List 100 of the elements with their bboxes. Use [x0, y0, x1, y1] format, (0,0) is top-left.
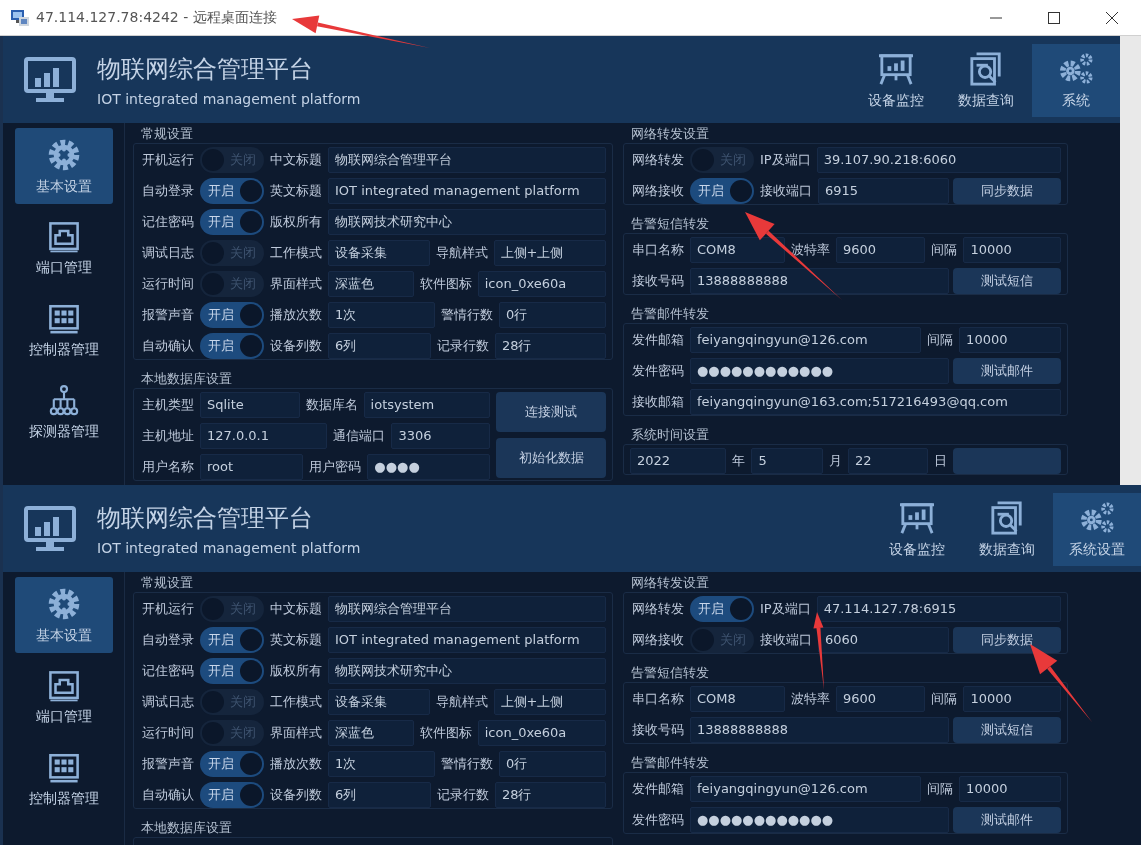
input-field[interactable]: 深蓝色: [328, 271, 414, 297]
input-field[interactable]: 设备采集: [328, 240, 430, 266]
input-field[interactable]: 47.114.127.78:6915: [816, 596, 1061, 622]
input-field[interactable]: 10000: [963, 237, 1061, 263]
input-field[interactable]: 22: [848, 448, 928, 474]
toggle-switch[interactable]: 开启: [200, 627, 264, 653]
input-field[interactable]: 6列: [328, 782, 431, 808]
input-field[interactable]: 上侧+上侧: [493, 689, 606, 715]
nav-button[interactable]: 设备监控: [852, 44, 940, 117]
input-field[interactable]: ●●●●: [367, 454, 490, 480]
nav-button[interactable]: 系统设置: [1053, 493, 1141, 566]
input-field[interactable]: 6060: [818, 627, 949, 653]
input-field[interactable]: COM8: [690, 237, 786, 263]
field-label: 网络接收: [631, 182, 685, 200]
nav-button[interactable]: 系统: [1032, 44, 1120, 117]
input-field[interactable]: ●●●●●●●●●●●●: [690, 807, 949, 833]
input-field[interactable]: 28行: [494, 782, 606, 808]
input-field[interactable]: 6列: [328, 333, 431, 359]
input-field[interactable]: 3306: [391, 423, 490, 449]
input-field[interactable]: feiyangqingyun@126.com: [690, 776, 922, 802]
input-field[interactable]: Sqlite: [200, 392, 300, 418]
app-subtitle: IOT integrated management platform: [97, 90, 361, 107]
input-field[interactable]: 物联网综合管理平台: [328, 147, 606, 173]
toggle-switch[interactable]: 开启: [200, 209, 264, 235]
group-title: 告警短信转发: [630, 215, 709, 233]
field-label: 开机运行: [141, 151, 195, 169]
sidebar-item[interactable]: 端口管理: [14, 210, 113, 286]
group-title: 常规设置: [140, 574, 193, 592]
sidebar-item[interactable]: 控制器管理: [14, 292, 113, 368]
input-field[interactable]: 物联网技术研究中心: [328, 209, 606, 235]
input-field[interactable]: 5: [751, 448, 824, 474]
input-field[interactable]: 6915: [818, 178, 949, 204]
nav-button[interactable]: 数据查询: [942, 44, 1030, 117]
field-label: 运行时间: [141, 724, 195, 742]
input-field[interactable]: COM8: [690, 686, 786, 712]
input-field[interactable]: 1次: [328, 302, 435, 328]
group-title: 网络转发设置: [630, 125, 709, 143]
action-button[interactable]: 测试短信: [953, 268, 1061, 294]
input-field[interactable]: 9600: [836, 686, 926, 712]
input-field[interactable]: 物联网综合管理平台: [328, 596, 606, 622]
field-label: 设备列数: [269, 337, 323, 355]
input-field[interactable]: 127.0.0.1: [200, 423, 328, 449]
input-field[interactable]: 上侧+上侧: [493, 240, 606, 266]
window-title: 47.114.127.78:4242 - 远程桌面连接: [36, 8, 277, 27]
nav-button[interactable]: 设备监控: [873, 493, 961, 566]
field-label: 开机运行: [141, 600, 195, 618]
group-title: 告警短信转发: [630, 664, 709, 682]
sidebar-item[interactable]: 探测器管理: [14, 374, 113, 450]
input-field[interactable]: 0行: [499, 302, 606, 328]
toggle-switch[interactable]: 开启: [200, 333, 264, 359]
input-field[interactable]: 10000: [959, 776, 1061, 802]
action-button[interactable]: 初始化数据: [496, 438, 606, 478]
sidebar-item[interactable]: 端口管理: [14, 659, 113, 735]
input-field[interactable]: IOT integrated management platform: [328, 627, 606, 653]
app-title: 物联网综合管理平台: [97, 502, 314, 534]
input-field[interactable]: 设备采集: [328, 689, 430, 715]
field-label: 串口名称: [631, 690, 685, 708]
toggle-switch[interactable]: 开启: [690, 596, 754, 622]
field-label: 发件邮箱: [631, 780, 685, 798]
input-field[interactable]: 深蓝色: [328, 720, 414, 746]
input-field[interactable]: 1次: [328, 751, 435, 777]
toggle-switch[interactable]: 开启: [200, 178, 264, 204]
sidebar-item[interactable]: 控制器管理: [14, 741, 113, 817]
field-label: 警情行数: [440, 755, 494, 773]
sidebar-item[interactable]: 基本设置: [14, 577, 113, 653]
action-button[interactable]: 同步数据: [953, 627, 1061, 653]
input-field[interactable]: 2022: [630, 448, 727, 474]
field-label: 自动确认: [141, 786, 195, 804]
action-button[interactable]: 测试短信: [953, 717, 1061, 743]
toggle-switch[interactable]: 开启: [200, 302, 264, 328]
action-button[interactable]: 测试邮件: [953, 807, 1061, 833]
input-field[interactable]: feiyangqingyun@126.com: [690, 327, 922, 353]
field-label: 记录行数: [435, 337, 490, 355]
input-field[interactable]: IOT integrated management platform: [328, 178, 606, 204]
input-field[interactable]: ●●●●●●●●●●●●: [690, 358, 949, 384]
input-field[interactable]: 9600: [836, 237, 926, 263]
toggle-switch[interactable]: 开启: [200, 751, 264, 777]
input-field[interactable]: 物联网技术研究中心: [328, 658, 606, 684]
input-field[interactable]: 13888888888: [690, 268, 949, 294]
action-button[interactable]: 同步数据: [953, 178, 1061, 204]
input-field[interactable]: iotsystem: [363, 392, 490, 418]
toggle-switch[interactable]: 开启: [200, 658, 264, 684]
input-field[interactable]: root: [200, 454, 304, 480]
input-field[interactable]: 0行: [499, 751, 606, 777]
input-field[interactable]: feiyangqingyun@163.com;517216493@qq.com: [690, 389, 1061, 415]
input-field[interactable]: 10000: [959, 327, 1061, 353]
input-field[interactable]: icon_0xe60a: [477, 720, 606, 746]
input-field[interactable]: 39.107.90.218:6060: [816, 147, 1061, 173]
action-button[interactable]: 测试邮件: [953, 358, 1061, 384]
input-field[interactable]: 10000: [963, 686, 1061, 712]
action-button[interactable]: 连接测试: [496, 392, 606, 432]
toggle-switch[interactable]: 开启: [690, 178, 754, 204]
input-field[interactable]: icon_0xe60a: [477, 271, 606, 297]
nav-button[interactable]: 数据查询: [963, 493, 1051, 566]
toggle-switch[interactable]: 开启: [200, 782, 264, 808]
sidebar-item[interactable]: 基本设置: [14, 128, 113, 204]
field-label: 导航样式: [434, 693, 489, 711]
app-subtitle: IOT integrated management platform: [97, 539, 361, 556]
input-field[interactable]: 13888888888: [690, 717, 949, 743]
input-field[interactable]: 28行: [494, 333, 606, 359]
